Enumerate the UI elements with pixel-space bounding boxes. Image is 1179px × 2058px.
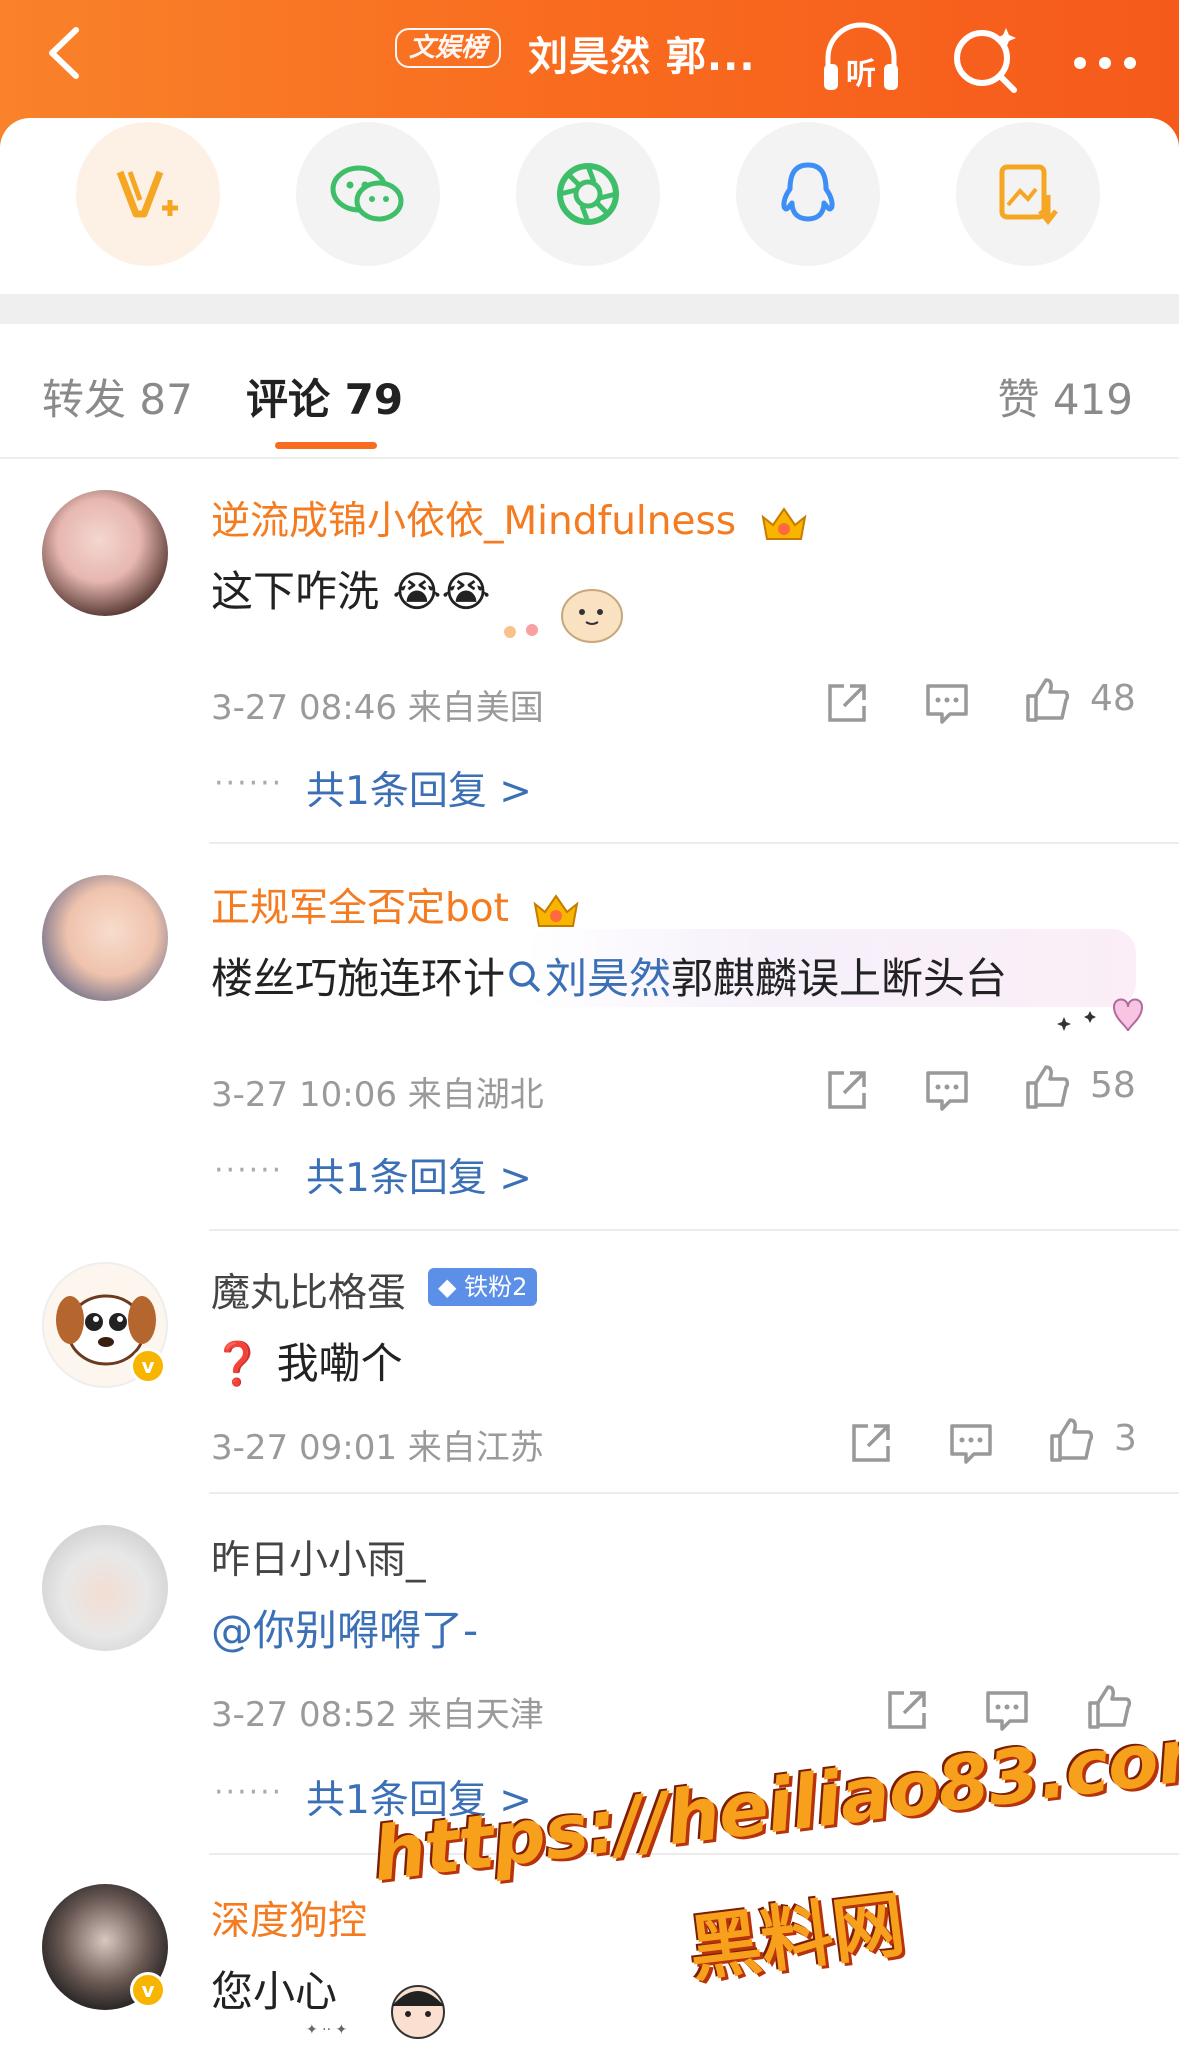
view-replies-link[interactable]: 共1条回复 >	[306, 760, 532, 816]
like-icon[interactable]	[1022, 674, 1072, 724]
weibo-vplus-icon	[116, 170, 178, 218]
qq-icon	[781, 162, 835, 222]
comment-text: 这下咋洗 😭😭	[211, 558, 491, 619]
svg-text:✦ ·· ✦: ✦ ·· ✦	[306, 2022, 348, 2038]
comment-meta: 3-27 08:52 来自天津	[211, 1687, 544, 1736]
heart-sparkle-sticker-icon	[1057, 998, 1144, 1032]
save-image-button[interactable]	[956, 122, 1100, 266]
ranking-badge[interactable]: 文娱榜	[395, 28, 502, 68]
tab-likes[interactable]: 赞 419	[997, 366, 1133, 427]
section-gap	[0, 294, 1179, 324]
comment-author[interactable]: 正规军全否定bot	[211, 877, 581, 933]
comment-author[interactable]: 深度狗控	[211, 1890, 367, 1946]
divider	[209, 842, 1179, 844]
comment-location: 来自江苏	[407, 1428, 544, 1468]
fan-level-badge: ◆ 铁粉2	[428, 1268, 538, 1306]
author-name[interactable]: 正规军全否定bot	[211, 886, 509, 931]
watermark-label: 黑料网	[684, 1882, 910, 1992]
cartoon-kid-sticker-icon: ✦ ·· ✦	[306, 1985, 445, 2039]
avatar[interactable]	[42, 490, 168, 616]
share-qq-button[interactable]	[736, 122, 880, 266]
comment-meta: 3-27 09:01 来自江苏	[211, 1420, 544, 1469]
like-icon[interactable]	[1022, 1061, 1072, 1111]
comment-icon[interactable]	[946, 1418, 996, 1468]
reply-dots: ······	[214, 766, 284, 801]
repost-icon[interactable]	[846, 1418, 896, 1468]
like-icon[interactable]	[1046, 1414, 1096, 1464]
cat-sticker-icon	[504, 589, 623, 643]
divider	[209, 1229, 1179, 1231]
back-arrow-icon[interactable]	[34, 18, 104, 88]
reply-dots: ······	[214, 1775, 284, 1810]
repost-icon[interactable]	[822, 1065, 872, 1115]
crying-emoji: 😭😭	[392, 567, 491, 616]
listen-label: 听	[846, 57, 876, 92]
avatar[interactable]	[42, 875, 168, 1001]
more-options-icon[interactable]	[1062, 18, 1148, 98]
like-icon[interactable]	[1084, 1681, 1134, 1731]
view-replies-link[interactable]: 共1条回复 >	[306, 1147, 532, 1203]
comment-body: 这下咋洗	[211, 567, 380, 616]
comment-time: 3-27 10:06	[211, 1075, 397, 1115]
headphones-listen-icon[interactable]: 听	[818, 18, 904, 98]
tab-repost[interactable]: 转发 87	[42, 366, 193, 427]
view-replies-link[interactable]: 共1条回复 >	[306, 1769, 532, 1825]
crown-badge-icon	[533, 893, 579, 927]
comment-icon[interactable]	[922, 1065, 972, 1115]
mention-link[interactable]: @你别嘚嘚了-	[211, 1597, 478, 1658]
comment-location: 来自湖北	[407, 1075, 544, 1115]
wechat-moments-icon	[557, 163, 619, 225]
search-icon[interactable]	[944, 18, 1030, 98]
crown-badge-icon	[761, 506, 806, 540]
topic-link[interactable]: 刘昊然	[545, 954, 671, 1003]
repost-icon[interactable]	[822, 678, 872, 728]
comment-time: 3-27 08:46	[211, 688, 397, 728]
comment-author[interactable]: 魔丸比格蛋	[211, 1262, 406, 1318]
comment-icon[interactable]	[982, 1685, 1032, 1735]
comment-time: 3-27 09:01	[211, 1428, 397, 1468]
like-count: 48	[1090, 678, 1136, 719]
comment-text: 楼丝巧施连环计 刘昊然郭麒麟误上断头台	[211, 945, 1007, 1006]
share-panel	[0, 118, 1179, 294]
share-moments-button[interactable]	[516, 122, 660, 266]
divider	[209, 1853, 1179, 1855]
repost-icon[interactable]	[882, 1685, 932, 1735]
author-name[interactable]: 逆流成锦小依依_Mindfulness	[211, 499, 736, 544]
divider	[209, 1492, 1179, 1494]
like-count: 3	[1114, 1418, 1137, 1459]
comment-body: 楼丝巧施连环计	[211, 954, 506, 1003]
share-weibo-button[interactable]	[76, 122, 220, 266]
avatar[interactable]	[42, 1525, 168, 1651]
interaction-tabs: 转发 87 评论 79 赞 419	[0, 324, 1179, 459]
save-image-icon	[999, 164, 1058, 226]
active-tab-indicator	[275, 442, 377, 449]
weibo-comment-page: 文娱榜 刘昊然 郭... 听 转发 87 评论 79 赞 419 逆流成锦小依依…	[0, 0, 1179, 2058]
comment-icon[interactable]	[922, 678, 972, 728]
comment-author[interactable]: 昨日小小雨_	[211, 1529, 426, 1585]
fan-level-label: 铁粉2	[464, 1273, 528, 1301]
comment-text: ❓ 我嘞个	[211, 1330, 403, 1391]
comment-author[interactable]: 逆流成锦小依依_Mindfulness	[211, 490, 809, 546]
comment-meta: 3-27 08:46 来自美国	[211, 680, 544, 729]
reply-dots: ······	[214, 1153, 284, 1188]
page-title: 刘昊然 郭...	[528, 34, 756, 80]
comment-meta: 3-27 10:06 来自湖北	[211, 1067, 544, 1116]
tab-comments[interactable]: 评论 79	[246, 366, 403, 427]
comment-body-suffix: 郭麒麟误上断头台	[671, 954, 1008, 1003]
wechat-icon	[330, 165, 404, 222]
like-count: 58	[1090, 1065, 1136, 1106]
question-mark-emoji: ❓	[211, 1339, 264, 1388]
comment-body: 我嘞个	[276, 1339, 403, 1388]
topic-search-icon	[509, 961, 541, 993]
comment-location: 来自美国	[407, 688, 544, 728]
comment-time: 3-27 08:52	[211, 1695, 397, 1735]
comment-location: 来自天津	[407, 1695, 544, 1735]
verified-badge-icon: v	[130, 1972, 166, 2008]
share-wechat-button[interactable]	[296, 122, 440, 266]
verified-badge-icon: v	[130, 1348, 166, 1384]
